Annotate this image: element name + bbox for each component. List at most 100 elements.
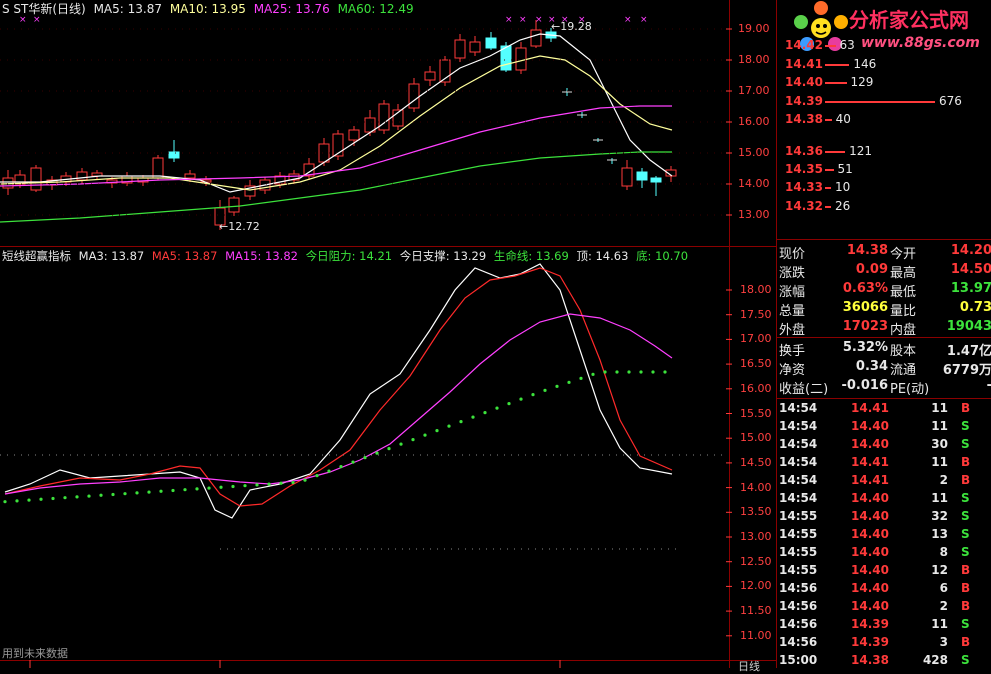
trade-row[interactable]: 14:56 14.39 3 B: [777, 634, 991, 652]
trade-price: 14.41: [851, 473, 889, 487]
order-volume: 676: [939, 94, 962, 108]
trade-list[interactable]: 14:54 14.41 11 B 14:54 14.40 11 S 14:54 14.40 30 S 1…: [777, 398, 991, 668]
chart-header: S ST华新(日线) MA5: 13.87 MA10: 13.95 MA25: …: [2, 2, 414, 16]
trade-row[interactable]: 14:54 14.41 11 B: [777, 400, 991, 418]
trade-row[interactable]: 14:54 14.40 11 S: [777, 490, 991, 508]
signal-marker: ×: [33, 15, 41, 25]
trade-time: 14:56: [779, 581, 818, 595]
trade-row[interactable]: 14:56 14.40 2 B: [777, 598, 991, 616]
candle-body: [152, 157, 164, 179]
order-book-row[interactable]: 14.39 676: [777, 93, 991, 110]
order-volume: 10: [835, 180, 851, 194]
quote-value: 14.38: [846, 243, 888, 258]
indicator-header: 短线超赢指标 MA3: 13.87 MA5: 13.87 MA15: 13.82…: [2, 249, 688, 263]
trade-time: 14:55: [779, 509, 818, 523]
trade-side: S: [961, 419, 970, 433]
trade-row[interactable]: 14:54 14.41 2 B: [777, 472, 991, 490]
trade-row[interactable]: 14:56 14.40 6 B: [777, 580, 991, 598]
quote-panel: 分析家公式网 www.88gs.com 14.42 63 14.41 146 14.40…: [776, 0, 991, 668]
trade-row[interactable]: 14:56 14.39 11 S: [777, 616, 991, 634]
lifeline-dot: [147, 490, 151, 494]
trade-time: 14:54: [779, 437, 818, 451]
order-book-row[interactable]: 14.41 146: [777, 56, 991, 73]
trade-volume: 428: [922, 653, 948, 667]
order-book-row[interactable]: 14.32 26: [777, 198, 991, 215]
indicator-axis: 18.00 17.50 17.00 16.50 16.00 15.50 15.00 14.50…: [734, 247, 776, 660]
quote-grid: 现价 14.38 今开 14.20 涨跌 0.09 最高 14.50 涨幅 0.63% 最低 13.9…: [777, 242, 991, 398]
trade-row[interactable]: 14:55 14.40 32 S: [777, 508, 991, 526]
lifeline-dot: [435, 429, 439, 433]
candle-body: [485, 37, 497, 49]
order-book-row[interactable]: 14.38 40: [777, 111, 991, 128]
quote-value: 1.47亿: [946, 344, 991, 359]
ma60-value: MA60: 12.49: [337, 2, 414, 16]
period-label[interactable]: 日线: [738, 660, 760, 674]
lifeline-dot: [351, 460, 355, 464]
order-book-row[interactable]: 14.42 63: [777, 37, 991, 54]
trade-volume: 32: [931, 509, 948, 523]
order-price: 14.40: [785, 75, 823, 89]
order-price: 14.32: [785, 199, 823, 213]
order-book-row[interactable]: 14.40 129: [777, 74, 991, 91]
ind-top: 顶: 14.63: [576, 249, 629, 263]
candle-body: [621, 167, 633, 187]
lifeline-dot: [3, 500, 7, 504]
order-price: 14.36: [785, 144, 823, 158]
lifeline-dot: [603, 370, 607, 374]
high-marker: ←19.28: [551, 20, 592, 33]
trade-row[interactable]: 14:54 14.40 11 S: [777, 418, 991, 436]
order-book-row[interactable]: 14.36 121: [777, 143, 991, 160]
indicator-tick: 18.00: [740, 283, 772, 296]
ma25-value: MA25: 13.76: [253, 2, 330, 16]
lifeline-dot: [663, 370, 667, 374]
order-book-row[interactable]: 14.35 51: [777, 161, 991, 178]
lifeline-dot: [87, 494, 91, 498]
indicator-tick: 16.50: [740, 357, 772, 371]
chart-area[interactable]: × × × × × × × × × × S ST华新(日线) MA5: 13.87 MA10: 1…: [0, 0, 776, 673]
quote-label: 涨跌: [779, 266, 806, 281]
order-price: 14.42: [785, 38, 823, 52]
quote-row: 涨跌 0.09 最高 14.50: [777, 261, 991, 281]
trade-row[interactable]: 15:00 14.38 428 S: [777, 652, 991, 670]
ind-ma5: MA5: 13.87: [151, 249, 218, 263]
volume-bar: [825, 151, 846, 153]
indicator-tick: 12.00: [740, 579, 772, 593]
order-volume: 121: [849, 144, 873, 158]
lifeline-dot: [255, 483, 259, 487]
trade-row[interactable]: 14:55 14.40 13 S: [777, 526, 991, 544]
indicator-tick: 11.50: [740, 604, 772, 618]
quote-value: -0.016: [841, 378, 888, 393]
trade-row[interactable]: 14:54 14.40 30 S: [777, 436, 991, 454]
trade-price: 14.39: [851, 635, 889, 649]
lifeline-dot: [519, 397, 523, 401]
quote-label: 净资: [779, 363, 806, 378]
signal-marker: ×: [519, 15, 527, 25]
lifeline-dot: [387, 447, 391, 451]
ind-ma3: MA3: 13.87: [78, 249, 145, 263]
trade-row[interactable]: 14:54 14.41 11 B: [777, 454, 991, 472]
lifeline-dot: [579, 376, 583, 380]
lifeline-dot: [375, 451, 379, 455]
kline-chart[interactable]: × × × × × × × × × ×: [0, 0, 776, 668]
trade-side: B: [961, 599, 971, 613]
quote-label: 量比: [890, 304, 917, 319]
quote-row: 换手 5.32% 股本 1.47亿: [777, 339, 991, 359]
trade-time: 14:55: [779, 545, 818, 559]
trade-side: B: [961, 635, 971, 649]
candle-body: [469, 41, 481, 53]
trade-time: 15:00: [779, 653, 818, 667]
trade-price: 14.39: [851, 617, 889, 631]
quote-row: 涨幅 0.63% 最低 13.97: [777, 280, 991, 300]
trade-row[interactable]: 14:55 14.40 12 B: [777, 562, 991, 580]
indicator-tick: 11.00: [740, 628, 772, 642]
signal-marker: ×: [535, 15, 543, 25]
indicator-tick: 14.00: [740, 480, 772, 494]
trade-price: 14.40: [851, 545, 889, 559]
trade-time: 14:54: [779, 491, 818, 505]
order-book-row[interactable]: 14.33 10: [777, 179, 991, 196]
trade-side: B: [961, 455, 971, 469]
trade-time: 14:55: [779, 563, 818, 577]
trade-row[interactable]: 14:55 14.40 8 S: [777, 544, 991, 562]
quote-value: 14.50: [950, 262, 991, 277]
indicator-tick: 17.50: [740, 307, 772, 321]
